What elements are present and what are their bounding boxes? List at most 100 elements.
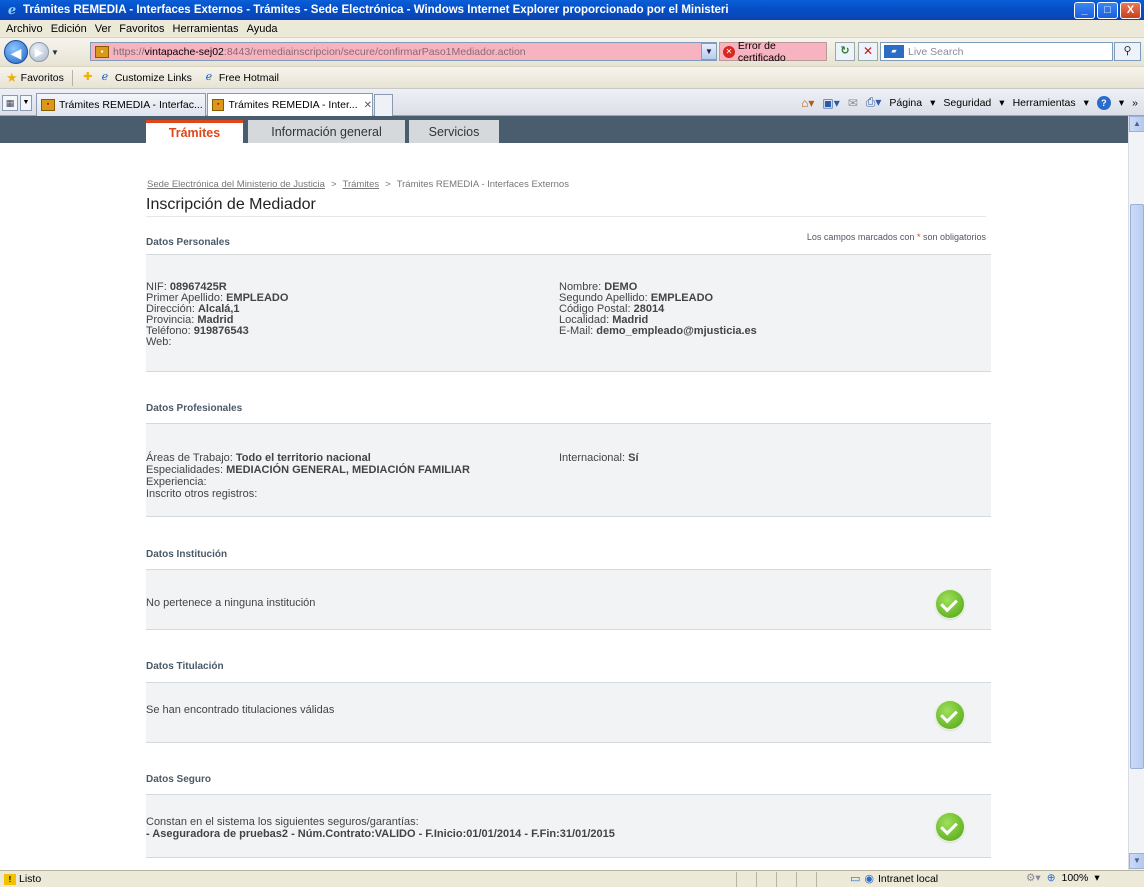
field-internacional: Internacional: Sí <box>559 452 639 464</box>
breadcrumb-sede[interactable]: Sede Electrónica del Ministerio de Justi… <box>147 179 325 190</box>
maximize-button[interactable]: □ <box>1097 2 1118 19</box>
quick-tabs-icon[interactable]: ▦ <box>2 95 18 111</box>
close-button[interactable]: X <box>1120 2 1141 19</box>
zoom-level: 100% <box>1061 872 1089 884</box>
intranet-globe-icon: ◉ <box>864 873 875 885</box>
privacy-icon[interactable]: ⚙▾ <box>1026 872 1041 884</box>
section-heading-personales: Datos Personales <box>146 237 230 248</box>
refresh-button[interactable]: ↻ <box>835 42 855 61</box>
read-mail-icon[interactable]: ✉ <box>848 96 858 110</box>
institucion-text: No pertenece a ninguna institución <box>146 597 316 609</box>
back-button[interactable]: ◀ <box>4 40 28 64</box>
tab-list-dropdown-icon[interactable]: ▼ <box>20 95 32 111</box>
tab-label: Trámites REMEDIA - Inter... <box>228 99 358 111</box>
scroll-down-icon[interactable]: ▼ <box>1129 853 1144 869</box>
menu-edicion[interactable]: Edición <box>49 23 93 35</box>
menu-archivo[interactable]: Archivo <box>4 23 49 35</box>
browser-tab-2[interactable]: ▪ Trámites REMEDIA - Inter... ✕ <box>207 93 373 116</box>
menu-ver[interactable]: Ver <box>93 23 118 35</box>
chevron-down-icon: ▾ <box>1094 872 1100 884</box>
site-favicon-icon: ▪ <box>95 45 109 58</box>
section-heading-seguro: Datos Seguro <box>146 774 212 785</box>
favorite-free-hotmail[interactable]: ℯ Free Hotmail <box>202 71 279 84</box>
favorites-button[interactable]: Favoritos <box>21 72 64 84</box>
section-institucion: No pertenece a ninguna institución <box>146 569 991 630</box>
favorite-label: Free Hotmail <box>218 71 279 84</box>
field-areas-trabajo: Áreas de Trabajo: Todo el territorio nac… <box>146 452 371 464</box>
chevron-down-icon: ▾ <box>1118 96 1125 109</box>
section-heading-titulacion: Datos Titulación <box>146 661 224 672</box>
section-personales: NIF: 08967425R Primer Apellido: EMPLEADO… <box>146 254 991 372</box>
url-path: :8443/remediainscripcion/secure/confirma… <box>223 45 526 58</box>
ie-page-icon: ℯ <box>205 71 213 83</box>
zone-label: Intranet local <box>878 872 939 885</box>
divider <box>816 872 817 887</box>
breadcrumb: Sede Electrónica del Ministerio de Justi… <box>147 179 569 190</box>
titulacion-text: Se han encontrado titulaciones válidas <box>146 704 335 716</box>
section-heading-profesionales: Datos Profesionales <box>146 403 243 414</box>
more-chevron-icon[interactable]: » <box>1132 97 1138 109</box>
feeds-icon[interactable]: ▣▾ <box>822 96 839 110</box>
section-seguro: Constan en el sistema los siguientes seg… <box>146 794 991 858</box>
tab-servicios[interactable]: Servicios <box>409 120 499 143</box>
certificate-error-button[interactable]: ✕ Error de certificado <box>719 39 827 64</box>
divider <box>736 872 737 887</box>
address-bar[interactable]: ▪ https://vintapache-sej02:8443/remediai… <box>90 42 717 61</box>
browser-tab-1[interactable]: ▪ Trámites REMEDIA - Interfac... <box>36 93 206 116</box>
zoom-icon: ⊕ <box>1046 872 1056 884</box>
close-tab-icon[interactable]: ✕ <box>364 100 372 111</box>
tab-informacion-general[interactable]: Información general <box>248 120 405 143</box>
page-content: Trámites Información general Servicios S… <box>0 116 1128 870</box>
check-ok-icon <box>936 590 964 618</box>
internet-explorer-icon: ℯ <box>7 2 17 17</box>
zoom-control[interactable]: ⚙▾ ⊕ 100% ▾ <box>1026 872 1100 884</box>
tab-label: Trámites REMEDIA - Interfac... <box>59 99 203 111</box>
minimize-button[interactable]: _ <box>1074 2 1095 19</box>
search-input[interactable]: ▰ Live Search <box>880 42 1113 61</box>
scrollbar-thumb[interactable] <box>1130 204 1144 769</box>
print-icon[interactable]: ⎙▾ <box>866 95 882 110</box>
add-favorite-icon[interactable]: ✚ <box>81 71 95 84</box>
live-search-icon: ▰ <box>884 45 904 58</box>
menu-bar: Archivo Edición Ver Favoritos Herramient… <box>0 20 1144 38</box>
check-ok-icon <box>936 701 964 729</box>
window-controls: _ □ X <box>1074 2 1141 19</box>
divider <box>796 872 797 887</box>
forward-button[interactable]: ▶ <box>29 42 49 62</box>
url-scheme: https:// <box>113 45 145 58</box>
menu-herramientas[interactable]: Herramientas <box>171 23 245 35</box>
favorite-label: Customize Links <box>114 71 192 84</box>
page-title: Inscripción de Mediador <box>146 196 316 213</box>
divider <box>776 872 777 887</box>
help-icon[interactable]: ? <box>1096 95 1111 110</box>
certificate-error-label: Error de certificado <box>737 39 786 64</box>
command-bar: ⌂▾ ▣▾ ✉ ⎙▾ Página ▾ Seguridad ▾ Herramient… <box>801 95 1138 110</box>
required-note-text: Los campos marcados con <box>806 232 917 242</box>
menu-ayuda[interactable]: Ayuda <box>245 23 284 35</box>
seguro-detail: - Aseguradora de pruebas2 - Núm.Contrato… <box>146 828 615 840</box>
page-menu[interactable]: Página <box>889 97 922 109</box>
favorites-star-icon: ★ <box>6 69 18 85</box>
vertical-scrollbar[interactable]: ▲ ▼ <box>1128 116 1144 870</box>
field-inscrito-otros-registros: Inscrito otros registros: <box>146 488 258 500</box>
search-button[interactable]: ⚲ <box>1114 42 1141 61</box>
address-dropdown-icon[interactable]: ▼ <box>701 43 717 60</box>
new-tab-button[interactable] <box>374 94 393 116</box>
tools-menu[interactable]: Herramientas <box>1013 97 1076 109</box>
stop-button[interactable]: ✕ <box>858 42 878 61</box>
section-titulacion: Se han encontrado titulaciones válidas <box>146 682 991 743</box>
divider <box>71 69 73 86</box>
breadcrumb-tramites[interactable]: Trámites <box>343 179 380 190</box>
menu-favoritos[interactable]: Favoritos <box>117 23 170 35</box>
security-menu[interactable]: Seguridad <box>943 97 991 109</box>
security-zone[interactable]: ▭ ◉ Intranet local <box>850 872 939 886</box>
history-dropdown-icon[interactable]: ▼ <box>51 48 59 57</box>
field-web: Web: <box>146 336 172 348</box>
divider <box>756 872 757 887</box>
scroll-up-icon[interactable]: ▲ <box>1129 116 1144 132</box>
window-title-bar[interactable]: ℯ Trámites REMEDIA - Interfaces Externos… <box>0 0 1144 20</box>
tab-tramites[interactable]: Trámites <box>146 120 243 143</box>
home-icon[interactable]: ⌂▾ <box>801 96 814 110</box>
favorite-customize-links[interactable]: ℯ Customize Links <box>98 71 192 84</box>
chevron-down-icon: ▾ <box>999 96 1005 109</box>
